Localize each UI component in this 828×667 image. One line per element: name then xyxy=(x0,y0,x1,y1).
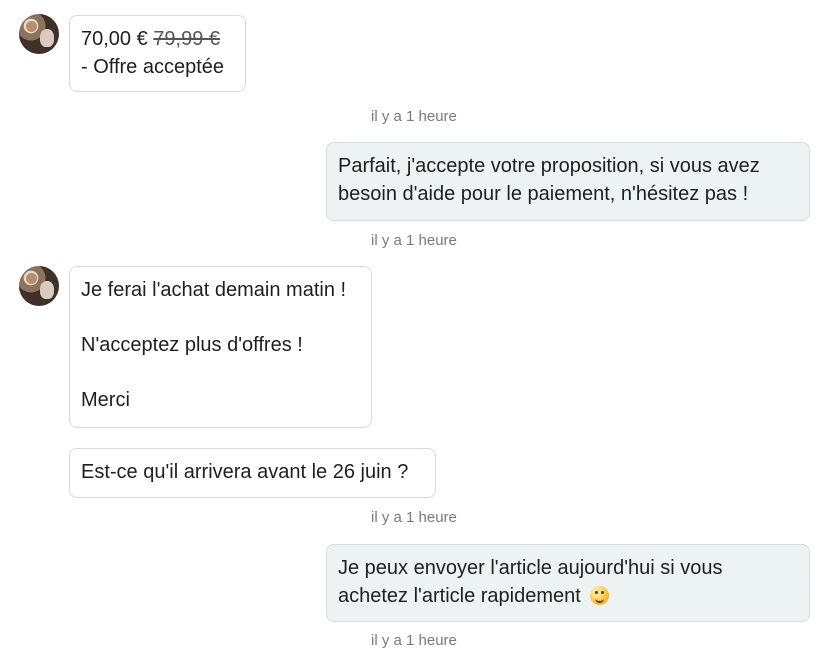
timestamp: il y a 1 heure xyxy=(371,232,457,249)
offer-original-price: 79,99 € xyxy=(153,28,221,50)
timestamp: il y a 1 heure xyxy=(371,108,457,125)
grinning-face-icon xyxy=(590,586,610,605)
incoming-message: Est-ce qu'il arrivera avant le 26 juin ? xyxy=(69,448,436,498)
message-line: N'acceptez plus d'offres ! xyxy=(81,334,303,356)
message-line: Parfait, j'accepte votre proposition, si… xyxy=(338,155,760,177)
offer-status: - Offre acceptée xyxy=(81,56,225,78)
message-text: Est-ce qu'il arrivera avant le 26 juin ? xyxy=(81,461,409,483)
offer-bubble: 70,00 € 79,99 € - Offre acceptée xyxy=(69,15,246,92)
message-line: Merci xyxy=(81,389,130,411)
message-line: Je ferai l'achat demain matin ! xyxy=(81,279,347,301)
message-line: besoin d'aide pour le paiement, n'hésite… xyxy=(338,183,749,205)
incoming-message: Je ferai l'achat demain matin ! N'accept… xyxy=(69,266,372,428)
offer-price-line: 70,00 € 79,99 € xyxy=(81,25,234,53)
message-line: Je peux envoyer l'article aujourd'hui si… xyxy=(338,557,723,579)
message-line-with-emoji: achetez l'article rapidement xyxy=(338,582,798,610)
message-line: achetez l'article rapidement xyxy=(338,585,581,607)
timestamp: il y a 1 heure xyxy=(371,509,457,526)
timestamp: il y a 1 heure xyxy=(371,632,457,649)
offer-price: 70,00 € xyxy=(81,28,148,50)
outgoing-message: Je peux envoyer l'article aujourd'hui si… xyxy=(326,544,810,622)
user-avatar[interactable] xyxy=(19,266,59,306)
user-avatar[interactable] xyxy=(19,14,59,54)
outgoing-message: Parfait, j'accepte votre proposition, si… xyxy=(326,142,810,221)
